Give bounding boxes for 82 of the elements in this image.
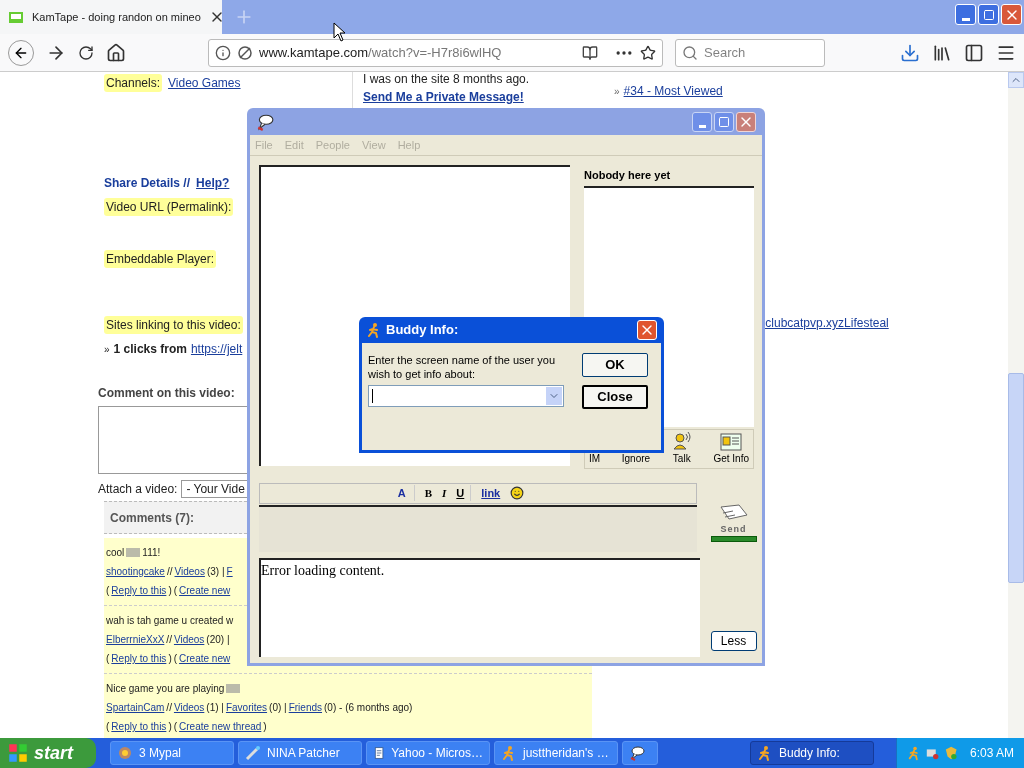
link[interactable]: Videos [173, 632, 205, 647]
link[interactable]: Create new thread [179, 719, 262, 734]
comment-text: wah is tah game u created w [106, 614, 234, 628]
comment-text: ) [168, 584, 172, 598]
comment-text: (0) - (6 months ago) [324, 701, 413, 715]
link[interactable]: shootingcake [106, 564, 165, 579]
taskbar-item[interactable]: 3 Mypal [110, 741, 234, 765]
click-count: 1 clicks from [113, 341, 187, 358]
message-link[interactable]: Send Me a Private Message! [363, 90, 524, 104]
tab-title: KamTape - doing randon on mineo [32, 9, 201, 25]
field-label: Sites linking to this video: [104, 316, 243, 334]
comment-text: // [166, 633, 172, 647]
link[interactable]: Create new [179, 651, 231, 666]
link[interactable]: Reply to this [111, 583, 167, 598]
link[interactable]: Reply to this [111, 651, 167, 666]
comment-text: (20) | [206, 633, 230, 647]
comment-text: cool [106, 546, 125, 560]
participant-action-button[interactable]: Talk [671, 430, 692, 466]
field-label: Channels: [104, 74, 163, 92]
comment-text: ( [173, 720, 178, 734]
comment-text: (1) | [206, 701, 224, 715]
comment-text: // [166, 701, 172, 715]
clock: 6:03 AM [970, 745, 1014, 762]
url-text: www.kamtape.com/watch?v=-H7r8i6wlHQ [259, 43, 503, 62]
taskbar-item[interactable]: justtheridan's … [494, 741, 618, 765]
link[interactable]: SpartainCam [106, 700, 165, 715]
link[interactable]: Favorites [225, 700, 268, 715]
comment-text: ( [106, 584, 110, 598]
field-label: Embeddable Player: [104, 250, 217, 268]
channel-link[interactable]: Video Games [168, 74, 241, 92]
comment-text: (3) | [206, 565, 225, 579]
underline-button[interactable]: U [452, 484, 469, 502]
link[interactable]: Reply to this [111, 719, 167, 734]
link[interactable]: F [226, 564, 233, 579]
link[interactable]: Videos [174, 564, 205, 579]
bullet-marker: » [104, 342, 110, 357]
comment-text: ) [168, 652, 172, 666]
start-button[interactable]: start [0, 738, 96, 768]
prompt-text: Enter the screen name of the user you wish to get info about: [368, 353, 557, 381]
dialog-button[interactable]: Close [582, 385, 648, 409]
link[interactable]: ElberrnieXxX [106, 632, 165, 647]
browser-tab[interactable]: KamTape - doing randon on mineo [0, 0, 222, 34]
taskbar-item[interactable]: NINA Patcher [238, 741, 362, 765]
taskbar-item[interactable]: Buddy Info: [750, 741, 874, 765]
link[interactable]: Friends [288, 700, 323, 715]
dialog-button[interactable]: OK [582, 353, 648, 377]
search-field[interactable]: Search [675, 38, 825, 67]
taskbar-item[interactable]: Yahoo - Micros… [366, 741, 490, 765]
link[interactable]: Videos [173, 700, 205, 715]
rank-link[interactable]: #34 - Most Viewed [623, 82, 723, 100]
link[interactable]: Create new [179, 583, 231, 598]
info-text: I was on the site 8 months ago. [363, 72, 531, 86]
comment-text: (0) | [269, 701, 287, 715]
field-label: Attach a video: [98, 481, 178, 498]
comment-text: ( [173, 652, 178, 666]
comment-text: ( [106, 720, 110, 734]
comment-text: ) [263, 720, 267, 734]
comment-heading: Comment on this video: [98, 385, 236, 402]
help-link[interactable]: Help? [196, 174, 230, 192]
bold-button[interactable]: B [413, 484, 437, 502]
less-button[interactable]: Less [710, 630, 757, 651]
section-heading: Share Details // [104, 175, 191, 192]
comment-text: // [166, 565, 173, 579]
address-field[interactable]: www.kamtape.com/watch?v=-H7r8i6wlHQ [208, 38, 663, 67]
italic-button[interactable]: I [438, 484, 451, 502]
referrer-link[interactable]: https://jelt [190, 340, 243, 358]
comment-text: ( [173, 584, 178, 598]
text-color-button[interactable]: A [391, 484, 412, 502]
bullet-marker: » [614, 84, 620, 99]
participant-action-button[interactable]: Get Info [713, 432, 749, 466]
field-label: Video URL (Permalink): [104, 198, 234, 216]
link-button[interactable]: link [470, 484, 505, 502]
comment-text: ) [168, 720, 172, 734]
send-button[interactable]: Send [710, 502, 757, 542]
dialog-title: Buddy Info: [386, 321, 460, 340]
comment-text: Nice game you are playing [106, 682, 225, 696]
message-display: Error loading content. [259, 557, 700, 657]
comments-title: Comments (7): [110, 509, 194, 527]
comment-text: ( [106, 652, 110, 666]
referrer-link[interactable]: .clubcatpvp.xyzLifesteal [762, 314, 1008, 332]
comment-text: 111! [142, 546, 161, 560]
room-header: Nobody here yet [584, 168, 672, 183]
